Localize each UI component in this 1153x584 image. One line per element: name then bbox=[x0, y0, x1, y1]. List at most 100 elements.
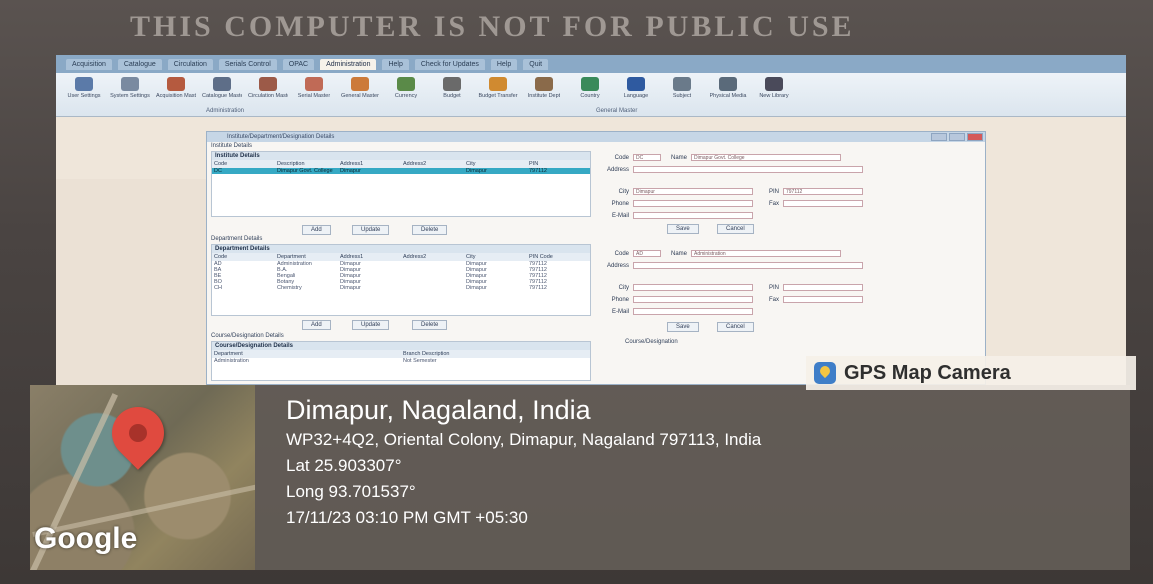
ribbon-button[interactable]: Circulation Master bbox=[248, 77, 288, 99]
ribbon-button[interactable]: User Settings bbox=[66, 77, 102, 99]
google-logo: Google bbox=[34, 522, 138, 555]
dept-add-button[interactable]: Add bbox=[302, 320, 331, 330]
column-header[interactable]: Address2 bbox=[401, 160, 464, 168]
ribbon-button[interactable]: Acquisition Master bbox=[156, 77, 196, 99]
institute-add-button[interactable]: Add bbox=[302, 225, 331, 235]
ribbon-button[interactable]: System Settings bbox=[110, 77, 150, 99]
column-header[interactable]: Address2 bbox=[401, 253, 464, 261]
column-header[interactable]: Department bbox=[212, 350, 401, 358]
column-header[interactable]: Branch Description bbox=[401, 350, 590, 358]
ribbon-button[interactable]: Institute Dept bbox=[526, 77, 562, 99]
column-header[interactable]: PIN Code bbox=[527, 253, 590, 261]
inst-code-field[interactable]: Code DC Name Dimapur Govt. College bbox=[607, 154, 841, 161]
inst-phone-field[interactable]: Phone Fax bbox=[607, 200, 863, 207]
table-cell: Not Semester bbox=[403, 358, 437, 364]
ribbon-button[interactable]: Serial Master bbox=[296, 77, 332, 99]
maximize-button[interactable] bbox=[949, 133, 965, 141]
gps-camera-icon bbox=[814, 362, 836, 384]
column-header[interactable]: City bbox=[464, 160, 527, 168]
ribbon-button[interactable]: Budget Transfer bbox=[478, 77, 518, 99]
ribbon-tab[interactable]: OPAC bbox=[282, 58, 315, 70]
table-cell: 797112 bbox=[529, 168, 547, 174]
ribbon-button[interactable]: General Master bbox=[341, 77, 379, 99]
table-cell: DC bbox=[214, 168, 222, 174]
dept-save-button[interactable]: Save bbox=[667, 322, 699, 332]
ribbon-button-label: Budget Transfer bbox=[478, 93, 518, 99]
currency-icon bbox=[397, 77, 415, 91]
budget-icon bbox=[443, 77, 461, 91]
ribbon-button[interactable]: New Library bbox=[756, 77, 792, 99]
institute-grid-columns: Code Description Address1 Address2 City PIN bbox=[212, 160, 590, 168]
location-address: WP32+4Q2, Oriental Colony, Dimapur, Naga… bbox=[286, 430, 762, 449]
ribbon-tab[interactable]: Help bbox=[490, 58, 518, 70]
ribbon-button[interactable]: Country bbox=[572, 77, 608, 99]
group-label-general-master: General Master bbox=[596, 108, 638, 114]
column-header[interactable]: Code bbox=[212, 253, 275, 261]
cart-icon bbox=[167, 77, 185, 91]
location-longitude: Long 93.701537° bbox=[286, 482, 416, 501]
library-icon bbox=[765, 77, 783, 91]
inst-city-field[interactable]: City Dimapur PIN 797112 bbox=[607, 188, 863, 195]
table-cell bbox=[401, 168, 464, 174]
dept-cancel-button[interactable]: Cancel bbox=[717, 322, 754, 332]
ribbon-tab[interactable]: Check for Updates bbox=[414, 58, 485, 70]
ribbon-button-label: System Settings bbox=[110, 93, 150, 99]
table-cell: Administration bbox=[214, 358, 249, 364]
ribbon-tab[interactable]: Acquisition bbox=[66, 58, 112, 70]
ribbon-tab[interactable]: Serials Control bbox=[218, 58, 277, 70]
workspace-left-margin bbox=[56, 179, 206, 385]
column-header[interactable]: Address1 bbox=[338, 253, 401, 261]
ribbon-button-label: Budget bbox=[443, 93, 461, 99]
ribbon-tab[interactable]: Circulation bbox=[167, 58, 213, 70]
ribbon-tab[interactable]: Catalogue bbox=[117, 58, 162, 70]
monitor-screen: Acquisition Catalogue Circulation Serials C… bbox=[56, 55, 1126, 385]
inst-cancel-button[interactable]: Cancel bbox=[717, 224, 754, 234]
column-header[interactable]: PIN bbox=[527, 160, 590, 168]
inst-save-button[interactable]: Save bbox=[667, 224, 699, 234]
inst-address-field[interactable]: Address bbox=[607, 166, 863, 173]
ribbon-tab[interactable]: Quit bbox=[523, 58, 549, 70]
table-cell: Chemistry bbox=[277, 285, 302, 291]
course-grid-columns: Department Branch Description bbox=[212, 350, 590, 358]
ribbon-tab[interactable]: Help bbox=[382, 58, 409, 70]
column-header[interactable]: Code bbox=[212, 160, 275, 168]
column-header[interactable]: Description bbox=[275, 160, 338, 168]
dept-phone-field[interactable]: Phone Fax bbox=[607, 296, 863, 303]
house-icon bbox=[351, 77, 369, 91]
dept-delete-button[interactable]: Delete bbox=[412, 320, 448, 330]
course-grid-rows: Administration Not Semester bbox=[212, 358, 590, 364]
close-button[interactable] bbox=[967, 133, 983, 141]
globe-icon bbox=[581, 77, 599, 91]
ribbon-button-label: Catalogue Master bbox=[202, 93, 242, 99]
course-grid-header: Course/Designation Details bbox=[212, 342, 590, 350]
inst-email-field[interactable]: E-Mail bbox=[607, 212, 753, 219]
window-title-bar: Institute/Department/Designation Details bbox=[207, 132, 985, 142]
column-header[interactable]: Department bbox=[275, 253, 338, 261]
table-row[interactable]: Administration Not Semester bbox=[212, 358, 590, 364]
dept-grid-rows: AD Administration Dimapur Dimapur 797112 BA B.… bbox=[212, 261, 590, 291]
ribbon-button[interactable]: Physical Media bbox=[710, 77, 747, 99]
ribbon-button[interactable]: Budget bbox=[434, 77, 470, 99]
dept-city-field[interactable]: City PIN bbox=[607, 284, 863, 291]
ribbon-tab-bar: Acquisition Catalogue Circulation Serials C… bbox=[56, 55, 1126, 73]
minimize-button[interactable] bbox=[931, 133, 947, 141]
dept-address-field[interactable]: Address bbox=[607, 262, 863, 269]
ribbon-button[interactable]: Catalogue Master bbox=[202, 77, 242, 99]
ribbon-button[interactable]: Currency bbox=[388, 77, 424, 99]
ribbon-button[interactable]: Language bbox=[618, 77, 654, 99]
transfer-icon bbox=[489, 77, 507, 91]
table-row[interactable]: DC Dimapur Govt. College Dimapur Dimapur 797… bbox=[212, 168, 590, 174]
course-grid: Course/Designation Details Department Bra… bbox=[211, 341, 591, 381]
dept-code-field[interactable]: Code AD Name Administration bbox=[607, 250, 841, 257]
table-row[interactable]: CH Chemistry Dimapur Dimapur 797112 bbox=[212, 285, 590, 291]
dept-update-button[interactable]: Update bbox=[352, 320, 390, 330]
dept-email-field[interactable]: E-Mail bbox=[607, 308, 753, 315]
table-cell: Dimapur bbox=[340, 285, 361, 291]
institute-delete-button[interactable]: Delete bbox=[412, 225, 448, 235]
location-info: Dimapur, Nagaland, India WP32+4Q2, Orien… bbox=[286, 395, 761, 534]
column-header[interactable]: Address1 bbox=[338, 160, 401, 168]
ribbon-button[interactable]: Subject bbox=[664, 77, 700, 99]
institute-update-button[interactable]: Update bbox=[352, 225, 390, 235]
ribbon-tab[interactable]: Administration bbox=[320, 58, 377, 70]
column-header[interactable]: City bbox=[464, 253, 527, 261]
